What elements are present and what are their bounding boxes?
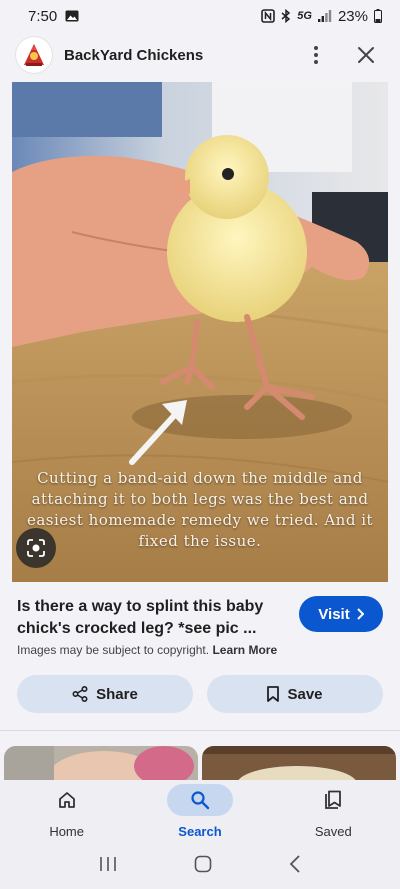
signal-icon	[317, 10, 332, 22]
copyright-notice: Images may be subject to copyright. Lear…	[17, 643, 277, 657]
screen: 7:50 5G 23% BackYard Chickens Cutting a …	[0, 0, 400, 889]
result-image[interactable]: Cutting a band-aid down the middle and a…	[12, 82, 388, 582]
site-name[interactable]: BackYard Chickens	[64, 47, 298, 64]
action-buttons: Share Save	[17, 675, 383, 713]
chevron-right-icon	[356, 608, 364, 620]
search-icon	[191, 791, 210, 810]
share-button[interactable]: Share	[17, 675, 193, 713]
nav-saved-label: Saved	[314, 824, 352, 839]
site-logo[interactable]	[16, 37, 52, 73]
close-button[interactable]	[348, 37, 384, 73]
system-navigation	[0, 844, 400, 889]
visit-button[interactable]: Visit	[299, 596, 383, 632]
divider	[0, 730, 400, 731]
nfc-icon	[261, 9, 276, 23]
recents-icon	[99, 857, 116, 871]
gallery-notification-icon	[65, 10, 79, 22]
back-icon	[290, 855, 300, 873]
visit-label: Visit	[318, 605, 350, 623]
close-icon	[358, 47, 374, 63]
home-system-button[interactable]	[194, 855, 212, 878]
battery-percent: 23%	[337, 7, 368, 25]
nav-search[interactable]: Search	[145, 784, 255, 839]
more-options-button[interactable]	[298, 37, 334, 73]
save-button[interactable]: Save	[207, 675, 383, 713]
result-info: Is there a way to splint this baby chick…	[17, 596, 383, 640]
learn-more-link[interactable]: Learn More	[212, 643, 277, 657]
collections-bookmark-icon	[325, 790, 342, 809]
nav-saved[interactable]: Saved	[278, 784, 388, 839]
lens-icon	[27, 539, 45, 557]
bottom-navigation: Home Search Saved	[0, 780, 400, 844]
recent-apps-button[interactable]	[99, 856, 117, 877]
copyright-text: Images may be subject to copyright.	[17, 643, 210, 657]
save-label: Save	[287, 685, 323, 703]
home-square-icon	[194, 855, 212, 873]
nav-search-label: Search	[178, 824, 222, 839]
share-label: Share	[96, 685, 138, 703]
status-time: 7:50	[28, 7, 58, 25]
result-title[interactable]: Is there a way to splint this baby chick…	[17, 596, 279, 640]
home-icon	[58, 792, 75, 808]
bluetooth-icon	[281, 9, 291, 23]
network-type: 5G	[297, 10, 312, 22]
more-vert-icon	[314, 46, 318, 64]
lens-button[interactable]	[16, 528, 56, 568]
result-header: BackYard Chickens	[0, 32, 400, 78]
status-bar: 7:50 5G 23%	[0, 0, 400, 32]
back-button[interactable]	[289, 855, 301, 878]
image-caption: Cutting a band-aid down the middle and a…	[26, 469, 374, 550]
bookmark-icon	[267, 686, 280, 702]
battery-icon	[374, 9, 382, 23]
nav-home-label: Home	[49, 824, 84, 839]
share-icon	[72, 686, 88, 702]
nav-home[interactable]: Home	[12, 784, 122, 839]
